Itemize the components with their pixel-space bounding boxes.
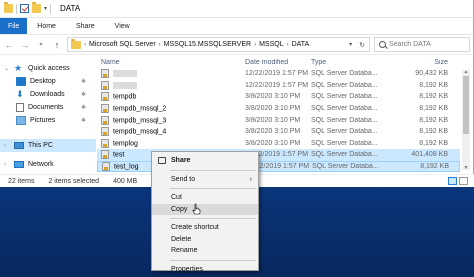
search-input[interactable]: Search DATA <box>374 37 470 52</box>
column-headers: Name Date modified Type Size <box>97 56 460 68</box>
pin-icon: ✱ <box>80 118 86 124</box>
database-file-icon <box>102 162 110 172</box>
menu-item-properties[interactable]: Properties <box>152 264 258 276</box>
star-icon: ★ <box>14 62 23 73</box>
nav-network[interactable]: › Network <box>0 158 96 171</box>
search-icon <box>379 41 386 48</box>
address-dropdown-icon[interactable]: ▾ <box>349 41 352 48</box>
vertical-scrollbar[interactable]: ▲ ▼ <box>462 69 470 171</box>
redacted-filename <box>113 81 137 89</box>
address-bar[interactable]: › Microsoft SQL Server › MSSQL15.MSSQLSE… <box>67 37 370 52</box>
tab-view[interactable]: View <box>105 18 140 34</box>
redacted-filename <box>113 70 137 78</box>
database-file-icon <box>101 92 109 102</box>
selected-size: 400 MB <box>113 177 138 185</box>
pin-icon: ✱ <box>80 92 86 98</box>
menu-item-delete[interactable]: Delete <box>152 234 258 246</box>
column-size[interactable]: Size <box>385 59 448 66</box>
navigation-pane: ⌄ ★ Quick access Desktop ✱ ⬇ Downloads ✱… <box>0 56 96 174</box>
column-name[interactable]: Name <box>97 59 245 66</box>
database-file-icon <box>101 104 109 114</box>
menu-item-cut[interactable]: Cut <box>152 192 258 204</box>
back-arrow-icon[interactable]: ← <box>3 38 15 52</box>
menu-item-send-to[interactable]: Send to › <box>152 174 258 186</box>
folder-icon <box>71 38 81 49</box>
file-row[interactable]: tempdb_mssql_3 3/8/2020 3:10 PM SQL Serv… <box>97 114 460 126</box>
file-row[interactable]: tempdb_mssql_4 3/8/2020 3:10 PM SQL Serv… <box>97 126 460 138</box>
document-icon <box>16 103 24 112</box>
database-file-icon <box>101 69 109 79</box>
database-file-icon <box>101 80 109 90</box>
address-row: ← → ▾ ↑ › Microsoft SQL Server › MSSQL15… <box>0 35 473 55</box>
chevron-right-icon[interactable]: › <box>4 143 6 149</box>
ribbon-tabs: File Home Share View <box>0 18 473 35</box>
nav-item-desktop[interactable]: Desktop ✱ <box>0 75 96 88</box>
computer-icon <box>14 142 24 149</box>
context-menu: Share Send to › Cut Copy Create shortcut… <box>151 151 259 273</box>
download-icon: ⬇ <box>16 89 24 99</box>
window-title: DATA <box>60 4 81 13</box>
tab-share[interactable]: Share <box>66 18 105 34</box>
nav-item-pictures[interactable]: Pictures ✱ <box>0 114 96 127</box>
up-arrow-icon[interactable]: ↑ <box>51 38 63 52</box>
chevron-down-icon[interactable]: ⌄ <box>4 65 9 72</box>
tab-home[interactable]: Home <box>27 18 66 34</box>
database-file-icon <box>101 150 109 160</box>
database-file-icon <box>101 127 109 137</box>
recent-locations-icon[interactable]: ▾ <box>35 38 47 52</box>
tab-file[interactable]: File <box>0 18 28 34</box>
scroll-up-icon[interactable]: ▲ <box>462 69 470 75</box>
chevron-right-icon[interactable]: › <box>4 162 6 168</box>
share-icon <box>158 157 166 164</box>
file-row[interactable]: tempdb_mssql_2 3/8/2020 3:10 PM SQL Serv… <box>97 103 460 115</box>
selected-count: 2 items selected <box>48 177 100 185</box>
column-type[interactable]: Type <box>311 59 385 66</box>
file-row[interactable]: 12/22/2019 1:57 PM SQL Server Databa... … <box>97 80 460 92</box>
breadcrumb-instance[interactable]: MSSQL15.MSSQLSERVER <box>164 41 251 48</box>
menu-item-copy[interactable]: Copy <box>152 203 258 215</box>
forward-arrow-icon[interactable]: → <box>19 38 31 52</box>
file-row[interactable]: templog 3/8/2020 3:10 PM SQL Server Data… <box>97 138 460 150</box>
pin-icon: ✱ <box>80 105 86 111</box>
nav-item-documents[interactable]: Documents ✱ <box>0 101 96 114</box>
chevron-right-icon: › <box>249 175 252 183</box>
hand-cursor-icon <box>192 203 201 215</box>
breadcrumb-data[interactable]: DATA <box>292 41 310 48</box>
menu-item-rename[interactable]: Rename <box>152 245 258 257</box>
network-icon <box>14 161 24 168</box>
large-icons-view-icon[interactable] <box>459 177 468 185</box>
details-view-icon[interactable] <box>448 177 457 185</box>
nav-this-pc[interactable]: › This PC <box>0 139 96 152</box>
refresh-icon[interactable]: ↻ <box>359 41 365 49</box>
quick-access-toolbar: ▾ <box>4 2 52 14</box>
file-row[interactable]: 12/22/2019 1:57 PM SQL Server Databa... … <box>97 68 460 80</box>
pictures-icon <box>16 116 26 125</box>
scroll-down-icon[interactable]: ▼ <box>462 165 470 171</box>
nav-item-downloads[interactable]: ⬇ Downloads ✱ <box>0 88 96 101</box>
customize-toolbar-icon[interactable]: ▾ <box>44 5 47 12</box>
database-file-icon <box>101 115 109 125</box>
properties-check-icon[interactable] <box>20 4 29 13</box>
new-folder-icon[interactable] <box>32 2 41 13</box>
nav-quick-access[interactable]: ⌄ ★ Quick access <box>0 62 96 75</box>
item-count: 22 items <box>8 177 35 185</box>
menu-item-share[interactable]: Share <box>152 155 258 167</box>
breadcrumb-mssql[interactable]: MSSQL <box>259 41 284 48</box>
breadcrumb-sql-server[interactable]: Microsoft SQL Server <box>89 41 156 48</box>
file-row[interactable]: tempdb 3/8/2020 3:10 PM SQL Server Datab… <box>97 91 460 103</box>
pin-icon: ✱ <box>80 79 86 85</box>
title-bar: ▾ DATA <box>0 0 473 18</box>
menu-item-create-shortcut[interactable]: Create shortcut <box>152 222 258 234</box>
desktop-icon <box>16 77 26 86</box>
scrollbar-thumb[interactable] <box>463 76 469 134</box>
folder-icon <box>4 2 13 13</box>
column-date-modified[interactable]: Date modified <box>245 59 311 66</box>
database-file-icon <box>101 138 109 148</box>
